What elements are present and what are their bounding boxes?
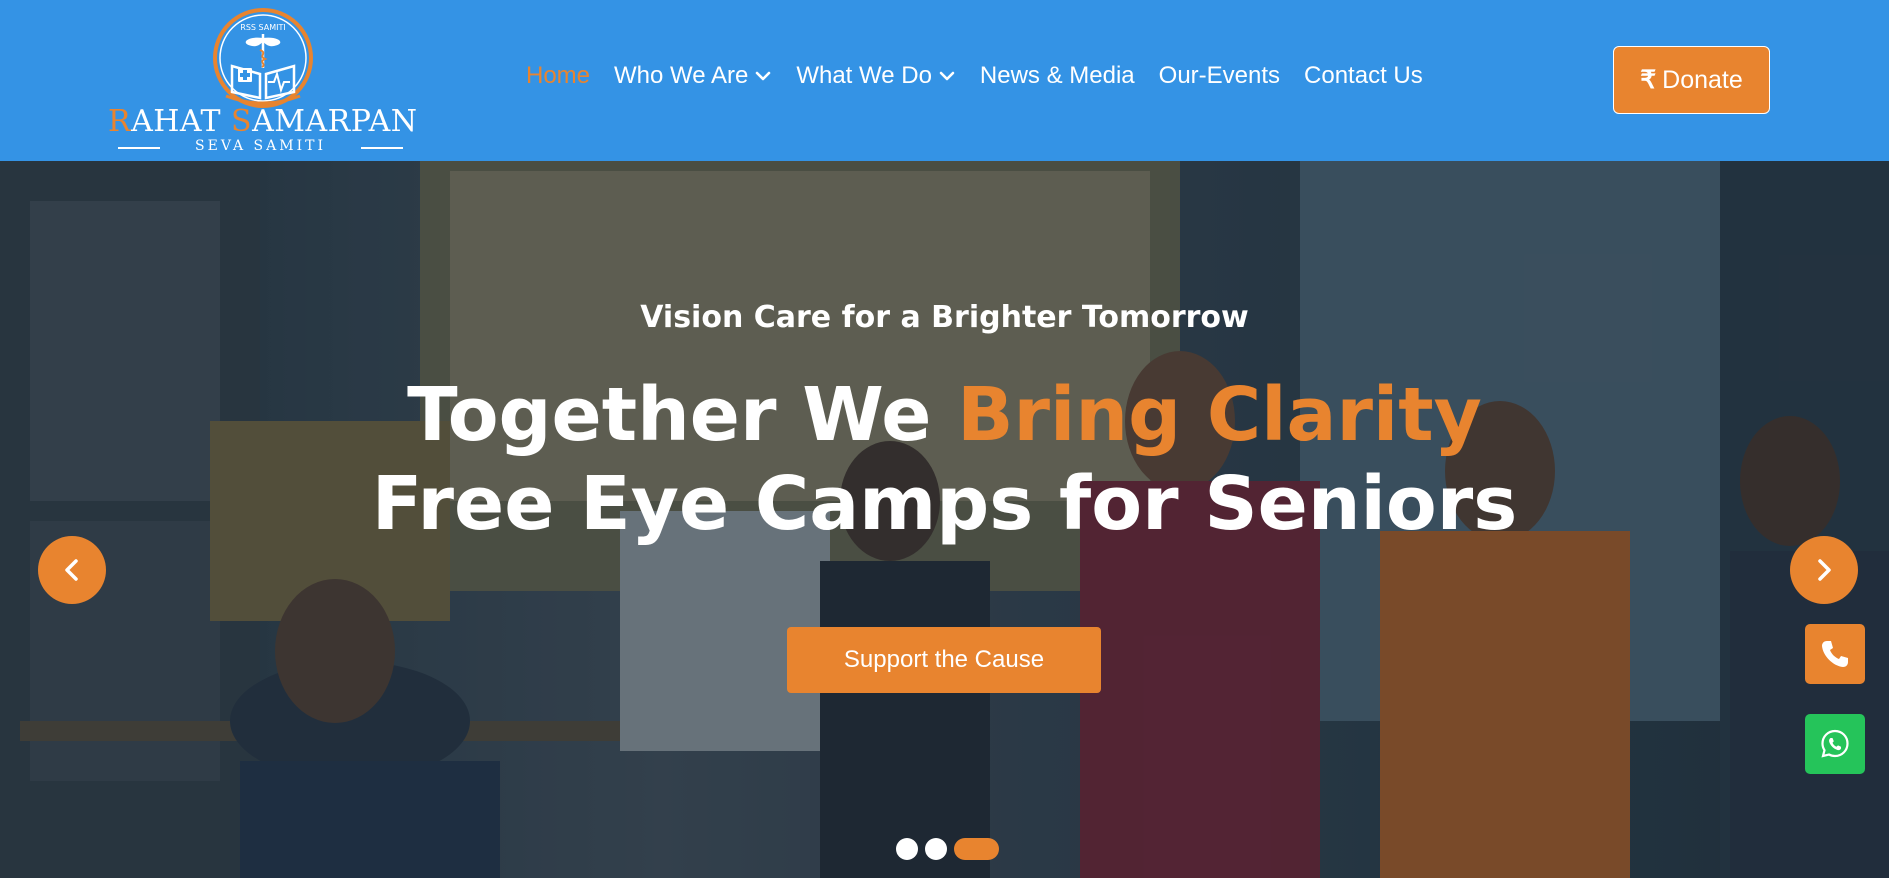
logo-name: RAHAT SAMARPAN — [108, 104, 417, 139]
hero-subtitle: Vision Care for a Brighter Tomorrow — [640, 300, 1249, 335]
slider-dot-3-active[interactable] — [954, 838, 999, 860]
logo-word-rahat: AHAT — [131, 104, 231, 139]
nav-item-contact-us[interactable]: Contact Us — [1304, 62, 1423, 90]
support-cause-button[interactable]: Support the Cause — [787, 627, 1101, 693]
logo-subtitle: SEVA SAMITI — [195, 138, 326, 154]
hero-title-plain: Together We — [407, 372, 958, 458]
hero-title-accent: Bring Clarity — [957, 372, 1482, 458]
site-logo[interactable]: RSS SAMITI RAHAT SAMARPAN SEVA SAMITI — [108, 6, 417, 156]
slider-dots — [896, 838, 1006, 860]
logo-initial-s: S — [231, 104, 253, 139]
nav-item-who-we-are-label: Who We Are — [614, 62, 749, 89]
logo-divider-right — [361, 147, 403, 149]
chevron-right-icon — [1818, 559, 1831, 581]
chevron-left-icon — [65, 559, 78, 581]
hero-title-line1: Together We Bring Clarity — [0, 372, 1889, 458]
hero-slider: Vision Care for a Brighter Tomorrow Toge… — [0, 161, 1889, 878]
whatsapp-icon — [1821, 729, 1849, 758]
nav-item-what-we-do-label: What We Do — [796, 62, 932, 89]
logo-emblem-text: RSS SAMITI — [240, 23, 285, 32]
logo-emblem: RSS SAMITI — [213, 8, 313, 108]
hero-title-line2: Free Eye Camps for Seniors — [371, 461, 1518, 547]
rupee-icon: ₹ — [1640, 66, 1657, 94]
logo-initial-r: R — [108, 104, 132, 139]
nav-item-what-we-do[interactable]: What We Do — [796, 62, 956, 90]
nav-item-home-label: Home — [526, 62, 591, 89]
slider-dot-2[interactable] — [925, 838, 947, 860]
slider-prev-button[interactable] — [38, 536, 106, 604]
nav-item-contact-us-label: Contact Us — [1304, 62, 1423, 89]
nav-item-our-events[interactable]: Our-Events — [1159, 62, 1280, 90]
nav-item-home[interactable]: Home — [526, 62, 590, 90]
nav-item-our-events-label: Our-Events — [1158, 62, 1281, 89]
slider-dot-1[interactable] — [896, 838, 918, 860]
nav-item-who-we-are[interactable]: Who We Are — [614, 62, 772, 90]
phone-icon — [1822, 641, 1848, 667]
nav-item-news-media-label: News & Media — [979, 62, 1135, 89]
nav-item-news-media[interactable]: News & Media — [980, 62, 1135, 90]
donate-button[interactable]: ₹ Donate — [1613, 46, 1770, 114]
chevron-down-icon — [756, 71, 771, 81]
site-header: RSS SAMITI RAHAT SAMARPAN SEVA SAMITI Ho… — [0, 0, 1889, 161]
slider-next-button[interactable] — [1790, 536, 1858, 604]
whatsapp-button[interactable] — [1805, 714, 1865, 774]
main-nav: Home Who We Are What We Do News & Media … — [526, 62, 1447, 90]
chevron-down-icon — [939, 71, 955, 81]
call-button[interactable] — [1805, 624, 1865, 684]
logo-word-samarpan: AMARPAN — [252, 104, 418, 139]
donate-label: Donate — [1662, 65, 1743, 94]
